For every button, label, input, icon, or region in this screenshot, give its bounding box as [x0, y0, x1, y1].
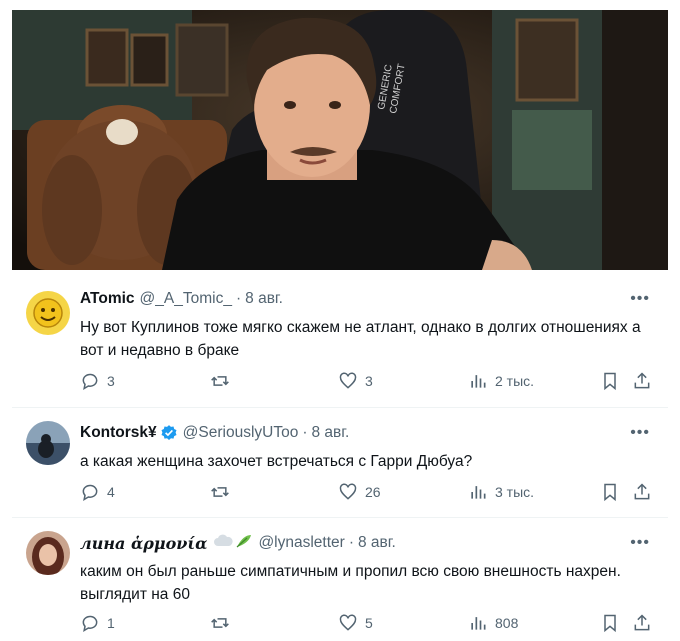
tweet-text: Ну вот Куплинов тоже мягко скажем не атл… — [80, 319, 641, 359]
share-icon — [634, 483, 650, 500]
tweet-text: каким он был раньше симпатичным и пропил… — [80, 563, 621, 603]
more-dots-icon[interactable]: ••• — [630, 424, 650, 442]
separator-dot: · — [235, 290, 242, 307]
retweet-icon — [211, 487, 229, 497]
herb-icon — [235, 533, 253, 554]
reply-count: 1 — [107, 615, 115, 631]
retweet-button[interactable] — [210, 613, 237, 633]
tweet-header: лина ἁρμονία @lynasletter · 8 авг. — [80, 533, 396, 553]
avatar[interactable] — [26, 291, 70, 335]
like-count: 3 — [365, 373, 373, 389]
tweet-date[interactable]: 8 авг. — [312, 424, 350, 442]
like-count: 26 — [365, 484, 381, 500]
reply-icon — [82, 373, 98, 391]
like-button[interactable]: 26 — [338, 482, 381, 502]
tweet-header: ATomic @_A_Tomic_ · 8 авг. — [80, 289, 283, 309]
stream-screenshot: GENERIC COMFORT — [12, 10, 668, 270]
tweet-actions: 4 26 3 тыс. — [80, 482, 654, 506]
like-count: 5 — [365, 615, 373, 631]
tweet-actions: 3 3 2 тыс. — [80, 371, 654, 395]
bookmark-button[interactable] — [600, 613, 627, 633]
bookmark-button[interactable] — [600, 482, 627, 502]
divider — [12, 517, 668, 518]
views-button[interactable]: 2 тыс. — [468, 371, 534, 391]
reply-icon — [82, 615, 98, 633]
share-icon — [634, 614, 650, 631]
avatar[interactable] — [26, 531, 70, 575]
reply-button[interactable]: 1 — [80, 613, 115, 633]
heart-icon — [339, 483, 357, 500]
divider — [12, 407, 668, 408]
reply-button[interactable]: 3 — [80, 371, 115, 391]
user-handle[interactable]: @lynasletter — [258, 534, 344, 552]
views-chart-icon — [471, 486, 486, 499]
retweet-button[interactable] — [210, 482, 237, 502]
tweet-date[interactable]: 8 авг. — [358, 534, 396, 552]
reply-icon — [82, 484, 98, 502]
bookmark-icon — [604, 372, 616, 391]
tweet-text: а какая женщина захочет встречаться с Га… — [80, 453, 473, 470]
heart-icon — [339, 614, 357, 631]
display-name[interactable]: лина ἁρμονία — [80, 534, 207, 553]
share-button[interactable] — [632, 482, 659, 502]
reply-count: 3 — [107, 373, 115, 389]
tweet-date[interactable]: 8 авг. — [245, 290, 283, 308]
separator-dot: · — [302, 424, 308, 441]
display-name[interactable]: Kontorsk¥ — [80, 424, 157, 442]
heart-icon — [339, 372, 357, 389]
display-name[interactable]: ATomic — [80, 290, 135, 308]
share-button[interactable] — [632, 371, 659, 391]
views-chart-icon — [471, 375, 486, 388]
separator-dot: · — [348, 534, 354, 551]
view-count: 808 — [495, 615, 519, 631]
retweet-icon — [211, 618, 229, 628]
retweet-icon — [211, 376, 229, 386]
bookmark-icon — [604, 614, 616, 633]
view-count: 3 тыс. — [495, 484, 535, 500]
verified-badge-icon — [161, 425, 177, 440]
view-count: 2 тыс. — [495, 373, 535, 389]
user-handle[interactable]: @SeriouslyUToo — [183, 424, 299, 442]
bookmark-button[interactable] — [600, 371, 627, 391]
more-dots-icon[interactable]: ••• — [630, 290, 650, 308]
tweet-header: Kontorsk¥ @SeriouslyUToo · 8 авг. — [80, 423, 349, 443]
cloud-icon — [213, 533, 234, 554]
retweet-button[interactable] — [210, 371, 237, 391]
views-button[interactable]: 3 тыс. — [468, 482, 534, 502]
reply-button[interactable]: 4 — [80, 482, 115, 502]
like-button[interactable]: 5 — [338, 613, 373, 633]
avatar[interactable] — [26, 421, 70, 465]
views-chart-icon — [471, 617, 486, 630]
more-dots-icon[interactable]: ••• — [630, 534, 650, 552]
like-button[interactable]: 3 — [338, 371, 373, 391]
user-handle[interactable]: @_A_Tomic_ — [140, 290, 232, 308]
views-button[interactable]: 808 — [468, 613, 518, 633]
share-button[interactable] — [632, 613, 659, 633]
bookmark-icon — [604, 483, 616, 502]
share-icon — [634, 372, 650, 389]
reply-count: 4 — [107, 484, 115, 500]
tweet-actions: 1 5 808 — [80, 613, 654, 637]
